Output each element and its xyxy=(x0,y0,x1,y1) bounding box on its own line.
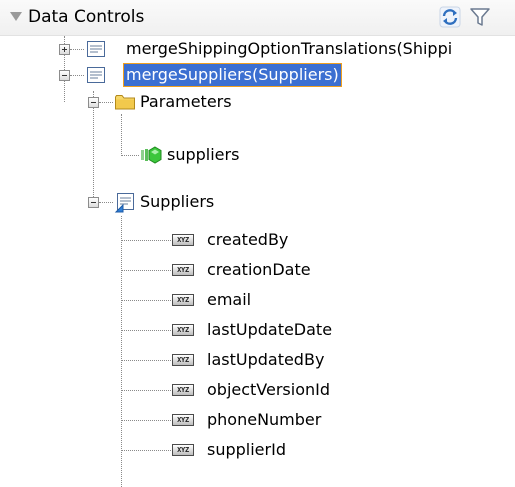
attribute-icon: XYZ xyxy=(172,444,194,456)
tree-node-supplier-id[interactable]: XYZ supplierId xyxy=(0,437,515,464)
tree-node-label: creationDate xyxy=(207,260,311,279)
tree-node-label: mergeSuppliers(Suppliers) xyxy=(123,63,342,87)
tree-node-label: email xyxy=(207,290,252,309)
tree-node-suppliers-collection[interactable]: Suppliers xyxy=(0,189,515,216)
tree-node-label: suppliers xyxy=(167,145,240,164)
refresh-icon[interactable] xyxy=(438,5,462,29)
method-icon xyxy=(86,39,106,59)
tree-node-label: objectVersionId xyxy=(207,380,331,399)
tree-node-phone-number[interactable]: XYZ phoneNumber xyxy=(0,407,515,434)
expand-plus-icon[interactable] xyxy=(59,44,70,55)
attribute-icon: XYZ xyxy=(172,234,194,246)
filter-icon[interactable] xyxy=(468,5,492,29)
tree-node-last-updated-by[interactable]: XYZ lastUpdatedBy xyxy=(0,347,515,374)
folder-icon xyxy=(114,92,135,112)
collapse-triangle-icon[interactable] xyxy=(10,12,22,21)
attribute-icon: XYZ xyxy=(172,264,194,276)
collapse-minus-icon[interactable] xyxy=(59,70,70,81)
tree-node-merge-shipping-option-translations[interactable]: mergeShippingOptionTranslations(Shippi xyxy=(0,36,515,63)
tree-node-object-version-id[interactable]: XYZ objectVersionId xyxy=(0,377,515,404)
parameter-icon xyxy=(140,145,162,165)
tree-node-created-by[interactable]: XYZ createdBy xyxy=(0,227,515,254)
collection-icon xyxy=(114,192,134,213)
attribute-icon: XYZ xyxy=(172,294,194,306)
tree-node-label: createdBy xyxy=(207,230,289,249)
tree-node-label: phoneNumber xyxy=(207,410,322,429)
attribute-icon: XYZ xyxy=(172,324,194,336)
tree-node-merge-suppliers[interactable]: mergeSuppliers(Suppliers) xyxy=(0,62,515,89)
attribute-icon: XYZ xyxy=(172,384,194,396)
tree-node-email[interactable]: XYZ email xyxy=(0,287,515,314)
collapse-minus-icon[interactable] xyxy=(88,197,99,208)
tree-node-parameters[interactable]: Parameters xyxy=(0,89,515,116)
tree-node-parameter-suppliers[interactable]: suppliers xyxy=(0,142,515,169)
panel-title: Data Controls xyxy=(28,7,145,27)
data-controls-tree: mergeShippingOptionTranslations(Shippi m… xyxy=(0,36,515,487)
method-icon xyxy=(86,65,106,85)
tree-node-label: Parameters xyxy=(140,92,232,111)
tree-node-label: lastUpdatedBy xyxy=(207,350,325,369)
attribute-icon: XYZ xyxy=(172,354,194,366)
tree-node-creation-date[interactable]: XYZ creationDate xyxy=(0,257,515,284)
tree-node-label: Suppliers xyxy=(140,192,215,211)
tree-node-label: mergeShippingOptionTranslations(Shippi xyxy=(126,39,453,58)
tree-node-label: lastUpdateDate xyxy=(207,320,333,339)
data-controls-header: Data Controls xyxy=(0,0,515,36)
collapse-minus-icon[interactable] xyxy=(88,97,99,108)
tree-node-last-update-date[interactable]: XYZ lastUpdateDate xyxy=(0,317,515,344)
tree-node-label: supplierId xyxy=(207,440,286,459)
attribute-icon: XYZ xyxy=(172,414,194,426)
